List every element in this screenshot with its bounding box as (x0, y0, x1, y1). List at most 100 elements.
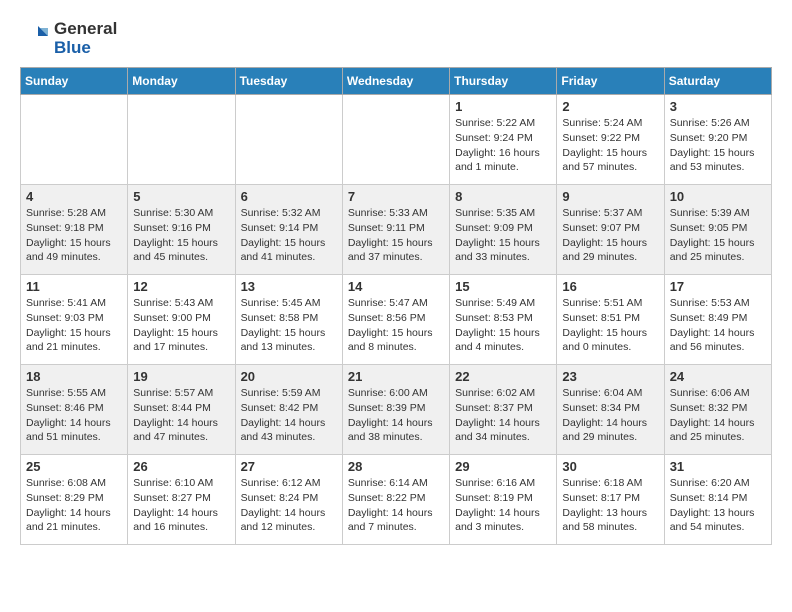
day-number: 2 (562, 99, 658, 114)
day-number: 8 (455, 189, 551, 204)
day-number: 10 (670, 189, 766, 204)
day-info: Sunrise: 5:35 AM Sunset: 9:09 PM Dayligh… (455, 206, 551, 265)
week-row-4: 18 Sunrise: 5:55 AM Sunset: 8:46 PM Dayli… (21, 365, 772, 455)
day-info: Sunrise: 6:10 AM Sunset: 8:27 PM Dayligh… (133, 476, 229, 535)
week-row-1: 1 Sunrise: 5:22 AM Sunset: 9:24 PM Daylig… (21, 95, 772, 185)
day-cell: 14 Sunrise: 5:47 AM Sunset: 8:56 PM Dayli… (342, 275, 449, 365)
day-cell: 16Sunrise: 5:51 AM Sunset: 8:51 PM Dayli… (557, 275, 664, 365)
day-info: Sunrise: 5:28 AM Sunset: 9:18 PM Dayligh… (26, 206, 122, 265)
col-header-sunday: Sunday (21, 68, 128, 95)
day-info: Sunrise: 5:24 AM Sunset: 9:22 PM Dayligh… (562, 116, 658, 175)
day-cell: 17 Sunrise: 5:53 AM Sunset: 8:49 PM Dayli… (664, 275, 771, 365)
day-cell: 24 Sunrise: 6:06 AM Sunset: 8:32 PM Dayli… (664, 365, 771, 455)
day-info: Sunrise: 5:49 AM Sunset: 8:53 PM Dayligh… (455, 296, 551, 355)
day-info: Sunrise: 6:18 AM Sunset: 8:17 PM Dayligh… (562, 476, 658, 535)
day-cell: 23 Sunrise: 6:04 AM Sunset: 8:34 PM Dayli… (557, 365, 664, 455)
day-info: Sunrise: 5:43 AM Sunset: 9:00 PM Dayligh… (133, 296, 229, 355)
day-info: Sunrise: 6:06 AM Sunset: 8:32 PM Dayligh… (670, 386, 766, 445)
day-number: 21 (348, 369, 444, 384)
day-cell: 25 Sunrise: 6:08 AM Sunset: 8:29 PM Dayli… (21, 455, 128, 545)
day-number: 25 (26, 459, 122, 474)
day-info: Sunrise: 5:33 AM Sunset: 9:11 PM Dayligh… (348, 206, 444, 265)
day-cell: 20 Sunrise: 5:59 AM Sunset: 8:42 PM Dayli… (235, 365, 342, 455)
day-info: Sunrise: 5:55 AM Sunset: 8:46 PM Dayligh… (26, 386, 122, 445)
day-info: Sunrise: 5:41 AM Sunset: 9:03 PM Dayligh… (26, 296, 122, 355)
day-number: 28 (348, 459, 444, 474)
day-cell (21, 95, 128, 185)
day-info: Sunrise: 6:12 AM Sunset: 8:24 PM Dayligh… (241, 476, 337, 535)
col-header-thursday: Thursday (450, 68, 557, 95)
col-header-monday: Monday (128, 68, 235, 95)
day-number: 4 (26, 189, 122, 204)
day-cell: 28 Sunrise: 6:14 AM Sunset: 8:22 PM Dayli… (342, 455, 449, 545)
day-number: 20 (241, 369, 337, 384)
day-cell: 8 Sunrise: 5:35 AM Sunset: 9:09 PM Daylig… (450, 185, 557, 275)
day-cell (235, 95, 342, 185)
day-cell: 10 Sunrise: 5:39 AM Sunset: 9:05 PM Dayli… (664, 185, 771, 275)
day-number: 29 (455, 459, 551, 474)
day-cell: 15 Sunrise: 5:49 AM Sunset: 8:53 PM Dayli… (450, 275, 557, 365)
day-number: 11 (26, 279, 122, 294)
day-number: 15 (455, 279, 551, 294)
day-cell: 3Sunrise: 5:26 AM Sunset: 9:20 PM Daylig… (664, 95, 771, 185)
week-row-2: 4 Sunrise: 5:28 AM Sunset: 9:18 PM Daylig… (21, 185, 772, 275)
day-number: 27 (241, 459, 337, 474)
day-cell: 29Sunrise: 6:16 AM Sunset: 8:19 PM Dayli… (450, 455, 557, 545)
header: General Blue (20, 20, 772, 57)
day-cell: 4 Sunrise: 5:28 AM Sunset: 9:18 PM Daylig… (21, 185, 128, 275)
day-number: 17 (670, 279, 766, 294)
col-header-wednesday: Wednesday (342, 68, 449, 95)
day-cell: 13Sunrise: 5:45 AM Sunset: 8:58 PM Dayli… (235, 275, 342, 365)
day-cell: 2 Sunrise: 5:24 AM Sunset: 9:22 PM Daylig… (557, 95, 664, 185)
day-cell: 18 Sunrise: 5:55 AM Sunset: 8:46 PM Dayli… (21, 365, 128, 455)
day-number: 3 (670, 99, 766, 114)
day-number: 24 (670, 369, 766, 384)
day-cell: 31 Sunrise: 6:20 AM Sunset: 8:14 PM Dayli… (664, 455, 771, 545)
day-number: 23 (562, 369, 658, 384)
logo-wrapper: General Blue (20, 20, 117, 57)
day-cell: 11 Sunrise: 5:41 AM Sunset: 9:03 PM Dayli… (21, 275, 128, 365)
day-info: Sunrise: 6:00 AM Sunset: 8:39 PM Dayligh… (348, 386, 444, 445)
day-info: Sunrise: 5:30 AM Sunset: 9:16 PM Dayligh… (133, 206, 229, 265)
col-header-saturday: Saturday (664, 68, 771, 95)
day-info: Sunrise: 6:14 AM Sunset: 8:22 PM Dayligh… (348, 476, 444, 535)
day-info: Sunrise: 6:08 AM Sunset: 8:29 PM Dayligh… (26, 476, 122, 535)
col-header-friday: Friday (557, 68, 664, 95)
day-info: Sunrise: 5:37 AM Sunset: 9:07 PM Dayligh… (562, 206, 658, 265)
day-info: Sunrise: 5:53 AM Sunset: 8:49 PM Dayligh… (670, 296, 766, 355)
day-number: 7 (348, 189, 444, 204)
day-number: 14 (348, 279, 444, 294)
day-cell: 30Sunrise: 6:18 AM Sunset: 8:17 PM Dayli… (557, 455, 664, 545)
day-info: Sunrise: 5:39 AM Sunset: 9:05 PM Dayligh… (670, 206, 766, 265)
day-info: Sunrise: 6:04 AM Sunset: 8:34 PM Dayligh… (562, 386, 658, 445)
logo-graphic (20, 24, 50, 54)
day-cell: 27 Sunrise: 6:12 AM Sunset: 8:24 PM Dayli… (235, 455, 342, 545)
day-cell: 6Sunrise: 5:32 AM Sunset: 9:14 PM Daylig… (235, 185, 342, 275)
day-info: Sunrise: 5:59 AM Sunset: 8:42 PM Dayligh… (241, 386, 337, 445)
day-number: 18 (26, 369, 122, 384)
day-info: Sunrise: 6:20 AM Sunset: 8:14 PM Dayligh… (670, 476, 766, 535)
day-number: 13 (241, 279, 337, 294)
day-cell: 21 Sunrise: 6:00 AM Sunset: 8:39 PM Dayli… (342, 365, 449, 455)
day-cell (342, 95, 449, 185)
day-info: Sunrise: 5:47 AM Sunset: 8:56 PM Dayligh… (348, 296, 444, 355)
day-number: 26 (133, 459, 229, 474)
day-number: 12 (133, 279, 229, 294)
day-info: Sunrise: 5:51 AM Sunset: 8:51 PM Dayligh… (562, 296, 658, 355)
day-cell: 1 Sunrise: 5:22 AM Sunset: 9:24 PM Daylig… (450, 95, 557, 185)
week-row-3: 11 Sunrise: 5:41 AM Sunset: 9:03 PM Dayli… (21, 275, 772, 365)
day-cell (128, 95, 235, 185)
day-cell: 19Sunrise: 5:57 AM Sunset: 8:44 PM Dayli… (128, 365, 235, 455)
day-number: 31 (670, 459, 766, 474)
day-info: Sunrise: 5:32 AM Sunset: 9:14 PM Dayligh… (241, 206, 337, 265)
day-cell: 9Sunrise: 5:37 AM Sunset: 9:07 PM Daylig… (557, 185, 664, 275)
col-header-tuesday: Tuesday (235, 68, 342, 95)
day-cell: 26 Sunrise: 6:10 AM Sunset: 8:27 PM Dayli… (128, 455, 235, 545)
logo-text: General Blue (54, 20, 117, 57)
day-cell: 7 Sunrise: 5:33 AM Sunset: 9:11 PM Daylig… (342, 185, 449, 275)
day-number: 1 (455, 99, 551, 114)
week-row-5: 25 Sunrise: 6:08 AM Sunset: 8:29 PM Dayli… (21, 455, 772, 545)
day-info: Sunrise: 5:22 AM Sunset: 9:24 PM Dayligh… (455, 116, 551, 175)
day-info: Sunrise: 6:02 AM Sunset: 8:37 PM Dayligh… (455, 386, 551, 445)
day-number: 19 (133, 369, 229, 384)
